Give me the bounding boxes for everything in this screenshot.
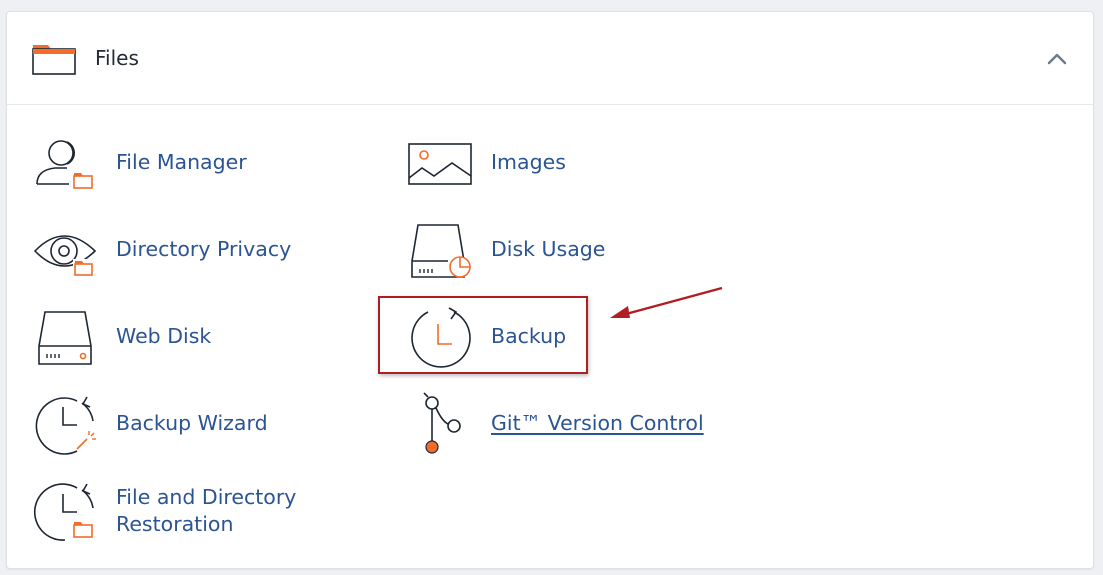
file-directory-restoration-link[interactable]: File and Directory Restoration (33, 478, 313, 546)
directory-privacy-link[interactable]: Directory Privacy (33, 217, 313, 285)
section-title: Files (95, 46, 139, 70)
web-disk-label: Web Disk (116, 324, 212, 348)
backup-wizard-label: Backup Wizard (116, 411, 268, 435)
user-folder-icon (36, 140, 93, 189)
file-directory-restoration-label-line1: File and Directory (116, 485, 297, 509)
web-disk-link[interactable]: Web Disk (33, 304, 253, 372)
backup-wizard-link[interactable]: Backup Wizard (33, 391, 273, 459)
disk-usage-link[interactable]: Disk Usage (408, 217, 628, 285)
image-icon (408, 143, 472, 185)
git-branch-icon (423, 392, 461, 454)
file-manager-label: File Manager (116, 150, 247, 174)
chevron-up-icon[interactable] (1045, 48, 1069, 70)
file-directory-restoration-label-line2: Restoration (116, 512, 234, 536)
clock-folder-icon (34, 483, 94, 541)
backup-highlight-box (378, 296, 588, 374)
files-panel-header[interactable]: Files (7, 12, 1093, 105)
file-manager-link[interactable]: File Manager (33, 130, 293, 198)
images-link[interactable]: Images (408, 130, 608, 198)
images-label: Images (491, 150, 566, 174)
clock-wand-icon (35, 396, 96, 455)
annotation-arrow-icon (610, 286, 723, 318)
eye-folder-icon (33, 235, 97, 276)
git-version-control-label: Git™ Version Control (491, 411, 704, 435)
disk-pie-icon (411, 224, 471, 278)
disk-usage-label: Disk Usage (491, 237, 606, 261)
drive-icon (38, 311, 92, 365)
folder-icon (32, 45, 76, 75)
git-version-control-link[interactable]: Git™ Version Control (408, 391, 708, 459)
directory-privacy-label: Directory Privacy (116, 237, 292, 261)
